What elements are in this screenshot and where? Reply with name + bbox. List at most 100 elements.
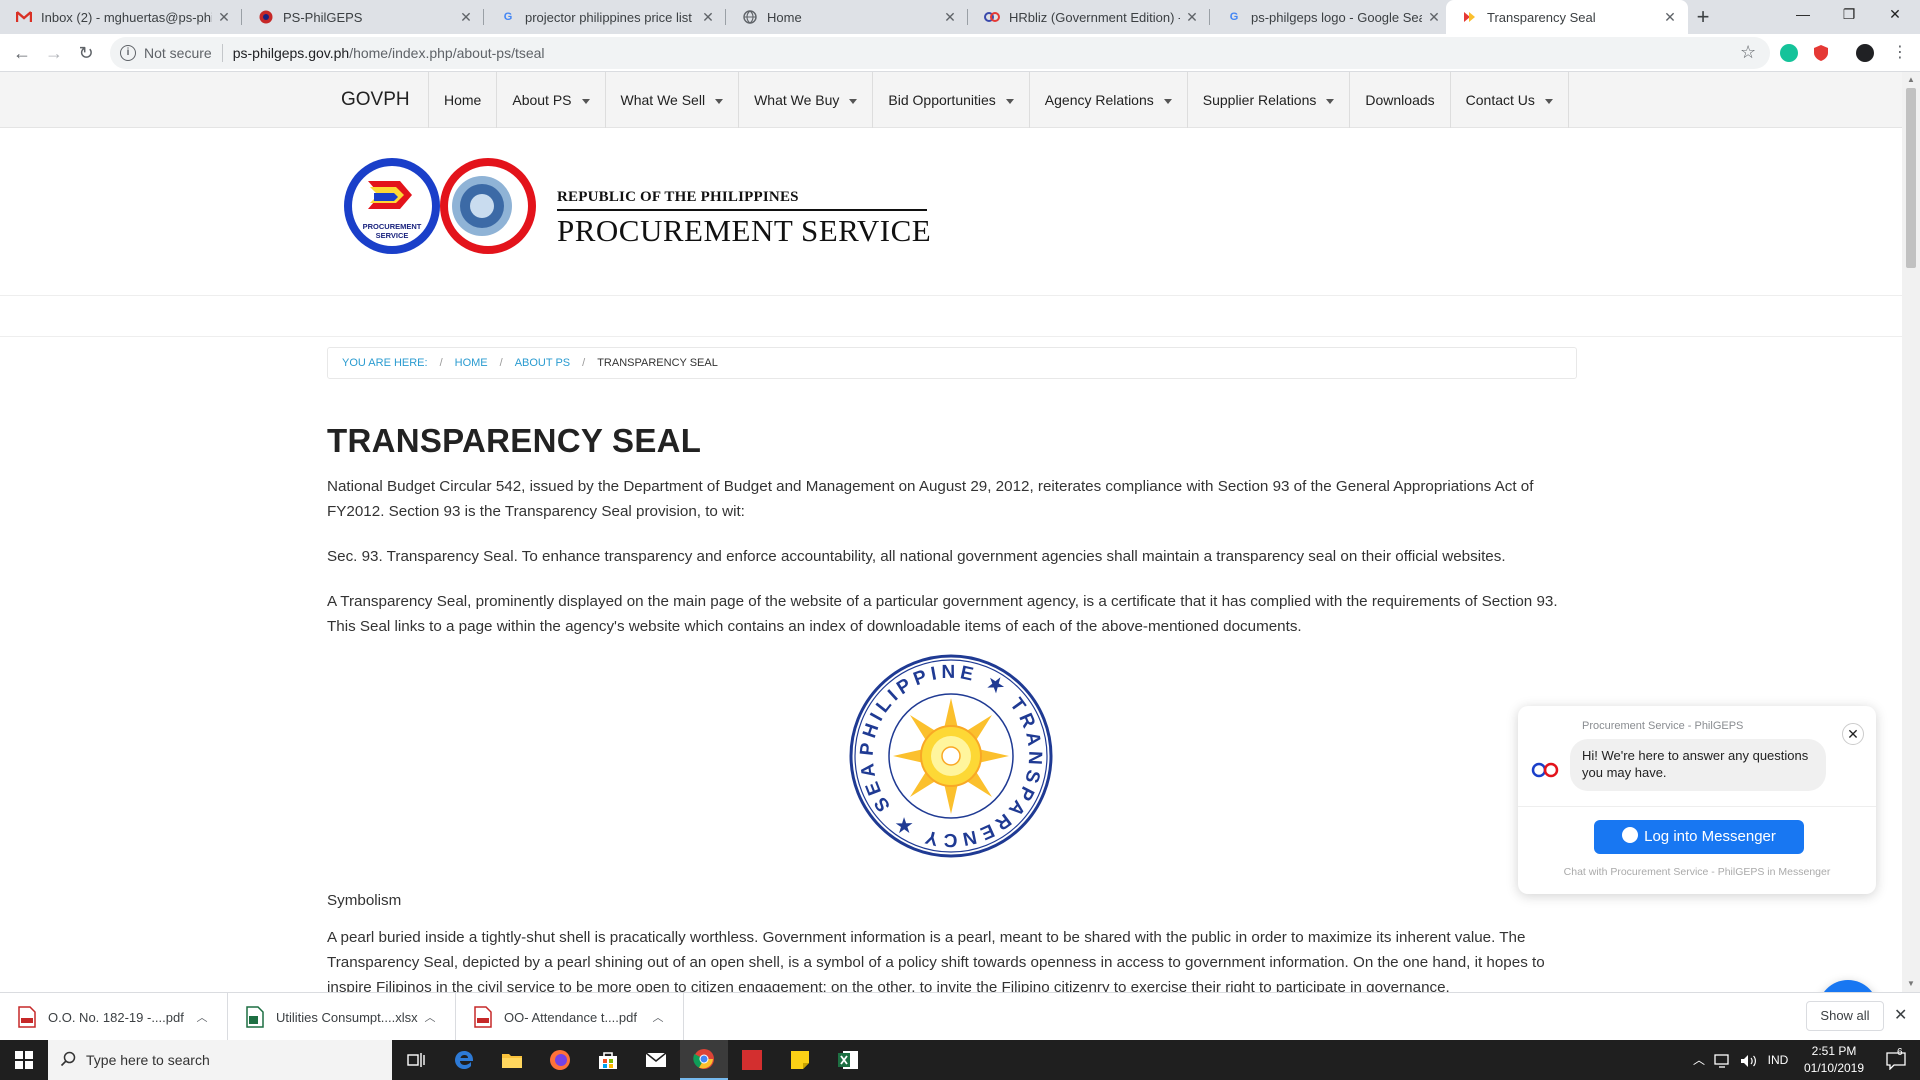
close-icon[interactable]: ✕: [1662, 9, 1678, 25]
tab-google-search-projector[interactable]: G projector philippines price list - Goo…: [484, 0, 726, 34]
download-filename: Utilities Consumpt....xlsx: [276, 1009, 418, 1025]
tab-gmail[interactable]: Inbox (2) - mghuertas@ps-philgeps.gov.ph…: [0, 0, 242, 34]
download-item[interactable]: Utilities Consumpt....xlsx ︿: [228, 993, 456, 1041]
google-icon: G: [503, 11, 513, 23]
divider: [557, 209, 927, 211]
profile-avatar[interactable]: [1856, 44, 1874, 62]
breadcrumb-home[interactable]: HOME: [455, 357, 488, 369]
menu-what-we-buy[interactable]: What We Buy: [739, 72, 874, 128]
procurement-service-logo[interactable]: PROCUREMENT SERVICE: [340, 151, 540, 261]
grammarly-extension-icon[interactable]: [1780, 44, 1798, 62]
menu-about-ps[interactable]: About PS: [497, 72, 606, 128]
page-scrollbar[interactable]: ▲ ▼: [1902, 72, 1920, 992]
window-close-button[interactable]: ✕: [1872, 0, 1918, 30]
menu-downloads[interactable]: Downloads: [1350, 72, 1451, 128]
download-item[interactable]: O.O. No. 182-19 -....pdf ︿: [0, 993, 228, 1041]
chrome-icon[interactable]: [680, 1040, 728, 1080]
minimize-button[interactable]: —: [1780, 0, 1826, 30]
messenger-icon: [1622, 827, 1639, 843]
mail-icon[interactable]: [632, 1040, 680, 1080]
new-tab-button[interactable]: +: [1690, 4, 1716, 30]
org-subtitle: REPUBLIC OF THE PHILIPPINES: [557, 189, 799, 205]
messenger-chat-popup: Procurement Service - PhilGEPS ✕ Hi! We'…: [1518, 706, 1876, 894]
log-into-messenger-button[interactable]: Log into Messenger: [1594, 820, 1804, 854]
tab-transparency-seal[interactable]: Transparency Seal ✕: [1446, 0, 1688, 34]
address-bar[interactable]: i Not secure ps-philgeps.gov.ph/home/ind…: [110, 37, 1770, 69]
system-clock[interactable]: 2:51 PM 01/10/2019: [1794, 1043, 1874, 1077]
edge-browser-icon[interactable]: [440, 1040, 488, 1080]
close-icon[interactable]: ✕: [1426, 9, 1442, 25]
forward-button[interactable]: →: [40, 39, 68, 67]
close-icon[interactable]: ✕: [700, 9, 716, 25]
scroll-down-arrow[interactable]: ▼: [1902, 976, 1920, 992]
tab-title: projector philippines price list - Googl…: [525, 9, 696, 25]
volume-icon[interactable]: [1738, 1040, 1760, 1080]
main-menu: Home About PS What We Sell What We Buy B…: [428, 72, 1569, 128]
sticky-notes-icon[interactable]: [776, 1040, 824, 1080]
file-explorer-icon[interactable]: [488, 1040, 536, 1080]
pact-app-icon[interactable]: [728, 1040, 776, 1080]
menu-agency-relations[interactable]: Agency Relations: [1030, 72, 1188, 128]
menu-contact-us[interactable]: Contact Us: [1451, 72, 1569, 128]
tab-google-search-logo[interactable]: G ps-philgeps logo - Google Search ✕: [1210, 0, 1452, 34]
close-icon[interactable]: ✕: [458, 9, 474, 25]
chevron-up-icon[interactable]: ︿: [195, 1009, 209, 1025]
download-shelf: O.O. No. 182-19 -....pdf ︿ Utilities Con…: [0, 992, 1920, 1041]
breadcrumb: YOU ARE HERE: / HOME / ABOUT PS / TRANSP…: [327, 347, 1577, 379]
url-path: /home/index.php/about-ps/tseal: [349, 45, 545, 61]
pdf-file-icon: [474, 1006, 494, 1028]
menu-what-we-sell[interactable]: What We Sell: [606, 72, 740, 128]
show-all-downloads-button[interactable]: Show all: [1806, 1001, 1884, 1031]
start-button[interactable]: [0, 1040, 48, 1080]
caret-down-icon: [1005, 98, 1014, 104]
breadcrumb-current: TRANSPARENCY SEAL: [597, 357, 718, 369]
firefox-icon[interactable]: [536, 1040, 584, 1080]
taskbar-search-input[interactable]: Type here to search: [48, 1040, 392, 1080]
tab-title: ps-philgeps logo - Google Search: [1251, 9, 1422, 25]
gmail-icon: [16, 9, 32, 25]
chat-close-button[interactable]: ✕: [1842, 723, 1864, 745]
govph-brand[interactable]: GOVPH: [341, 72, 410, 128]
browser-menu-icon[interactable]: ⋮: [1886, 39, 1914, 67]
close-icon[interactable]: ✕: [942, 9, 958, 25]
symbolism-heading: Symbolism: [327, 892, 402, 909]
tab-home[interactable]: Home ✕: [726, 0, 968, 34]
messenger-launcher-button[interactable]: [1818, 980, 1878, 992]
tab-title: PS-PhilGEPS: [283, 9, 363, 25]
back-button[interactable]: ←: [8, 39, 36, 67]
tab-hrbliz[interactable]: HRbliz (Government Edition) - Sci ✕: [968, 0, 1210, 34]
bookmark-star-icon[interactable]: ☆: [1740, 42, 1756, 63]
info-icon[interactable]: i: [120, 45, 136, 61]
reload-button[interactable]: ↻: [72, 39, 100, 67]
google-icon: G: [1229, 11, 1239, 23]
show-hidden-icons-chevron[interactable]: ︿: [1690, 1040, 1708, 1080]
caret-down-icon: [1544, 98, 1553, 104]
action-center-icon[interactable]: 6: [1878, 1040, 1914, 1080]
menu-bid-opportunities[interactable]: Bid Opportunities: [873, 72, 1030, 128]
transparency-seal-image[interactable]: PHILIPPINE ★ TRANSPARENCY ★ SEAL ★: [838, 638, 1053, 858]
task-view-icon[interactable]: [392, 1040, 440, 1080]
scroll-up-arrow[interactable]: ▲: [1902, 72, 1920, 88]
network-icon[interactable]: [1712, 1040, 1734, 1080]
breadcrumb-about-ps[interactable]: ABOUT PS: [515, 357, 570, 369]
input-language[interactable]: IND: [1764, 1040, 1792, 1080]
restore-button[interactable]: ❐: [1826, 0, 1872, 30]
globe-icon: [742, 9, 758, 25]
close-download-shelf-icon[interactable]: ✕: [1894, 1005, 1907, 1025]
download-item[interactable]: OO- Attendance t....pdf ︿: [456, 993, 684, 1041]
menu-supplier-relations[interactable]: Supplier Relations: [1188, 72, 1351, 128]
excel-icon[interactable]: [824, 1040, 872, 1080]
chevron-up-icon[interactable]: ︿: [423, 1009, 437, 1025]
hrbliz-icon: [984, 9, 1000, 25]
tab-ps-philgeps[interactable]: PS-PhilGEPS ✕: [242, 0, 484, 34]
breadcrumb-label: YOU ARE HERE:: [342, 357, 428, 369]
scroll-thumb[interactable]: [1906, 88, 1916, 268]
close-icon[interactable]: ✕: [216, 9, 232, 25]
chevron-up-icon[interactable]: ︿: [651, 1009, 665, 1025]
chat-sender: Procurement Service - PhilGEPS: [1582, 720, 1744, 732]
menu-home[interactable]: Home: [429, 72, 498, 128]
shield-extension-icon[interactable]: [1812, 44, 1830, 62]
clock-time: 2:51 PM: [1811, 1044, 1857, 1058]
close-icon[interactable]: ✕: [1184, 9, 1200, 25]
store-icon[interactable]: [584, 1040, 632, 1080]
